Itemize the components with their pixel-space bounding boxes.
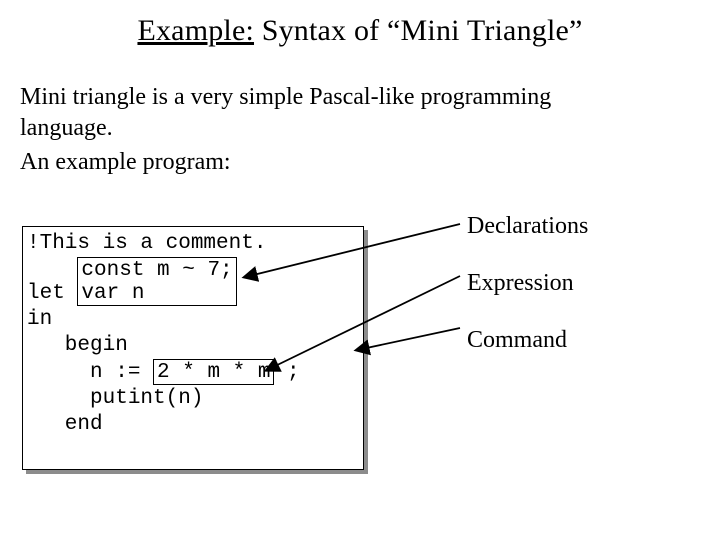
intro-line1: Mini triangle is a very simple Pascal-li… xyxy=(20,84,551,110)
declarations-box: const m ~ 7;var n xyxy=(77,257,236,306)
label-declarations: Declarations xyxy=(467,212,588,241)
code-line-4: in xyxy=(27,307,357,333)
code-line-1: !This is a comment. xyxy=(27,231,357,257)
code-line-2: let const m ~ 7;var n xyxy=(27,257,357,307)
intro-subline: An example program: xyxy=(20,149,700,176)
labels-column: Declarations Expression Command xyxy=(467,212,588,382)
title-underlined: Example: xyxy=(137,14,254,47)
expression-box: 2 * m * m xyxy=(153,359,274,385)
intro-text: Mini triangle is a very simple Pascal-li… xyxy=(20,82,700,143)
label-expression: Expression xyxy=(467,269,588,298)
diagram-stage: !This is a comment. let const m ~ 7;var … xyxy=(22,226,702,506)
intro-line2: language. xyxy=(20,115,113,141)
code-line-7: putint(n) xyxy=(27,386,357,412)
title-rest: Syntax of “Mini Triangle” xyxy=(254,14,583,47)
code-box: !This is a comment. let const m ~ 7;var … xyxy=(22,226,364,470)
code-line-5: begin xyxy=(27,333,357,359)
label-command: Command xyxy=(467,326,588,355)
code-line-6: n := 2 * m * m ; xyxy=(27,359,357,386)
code-line-8: end xyxy=(27,412,357,438)
slide-title: Example: Syntax of “Mini Triangle” xyxy=(0,14,720,48)
